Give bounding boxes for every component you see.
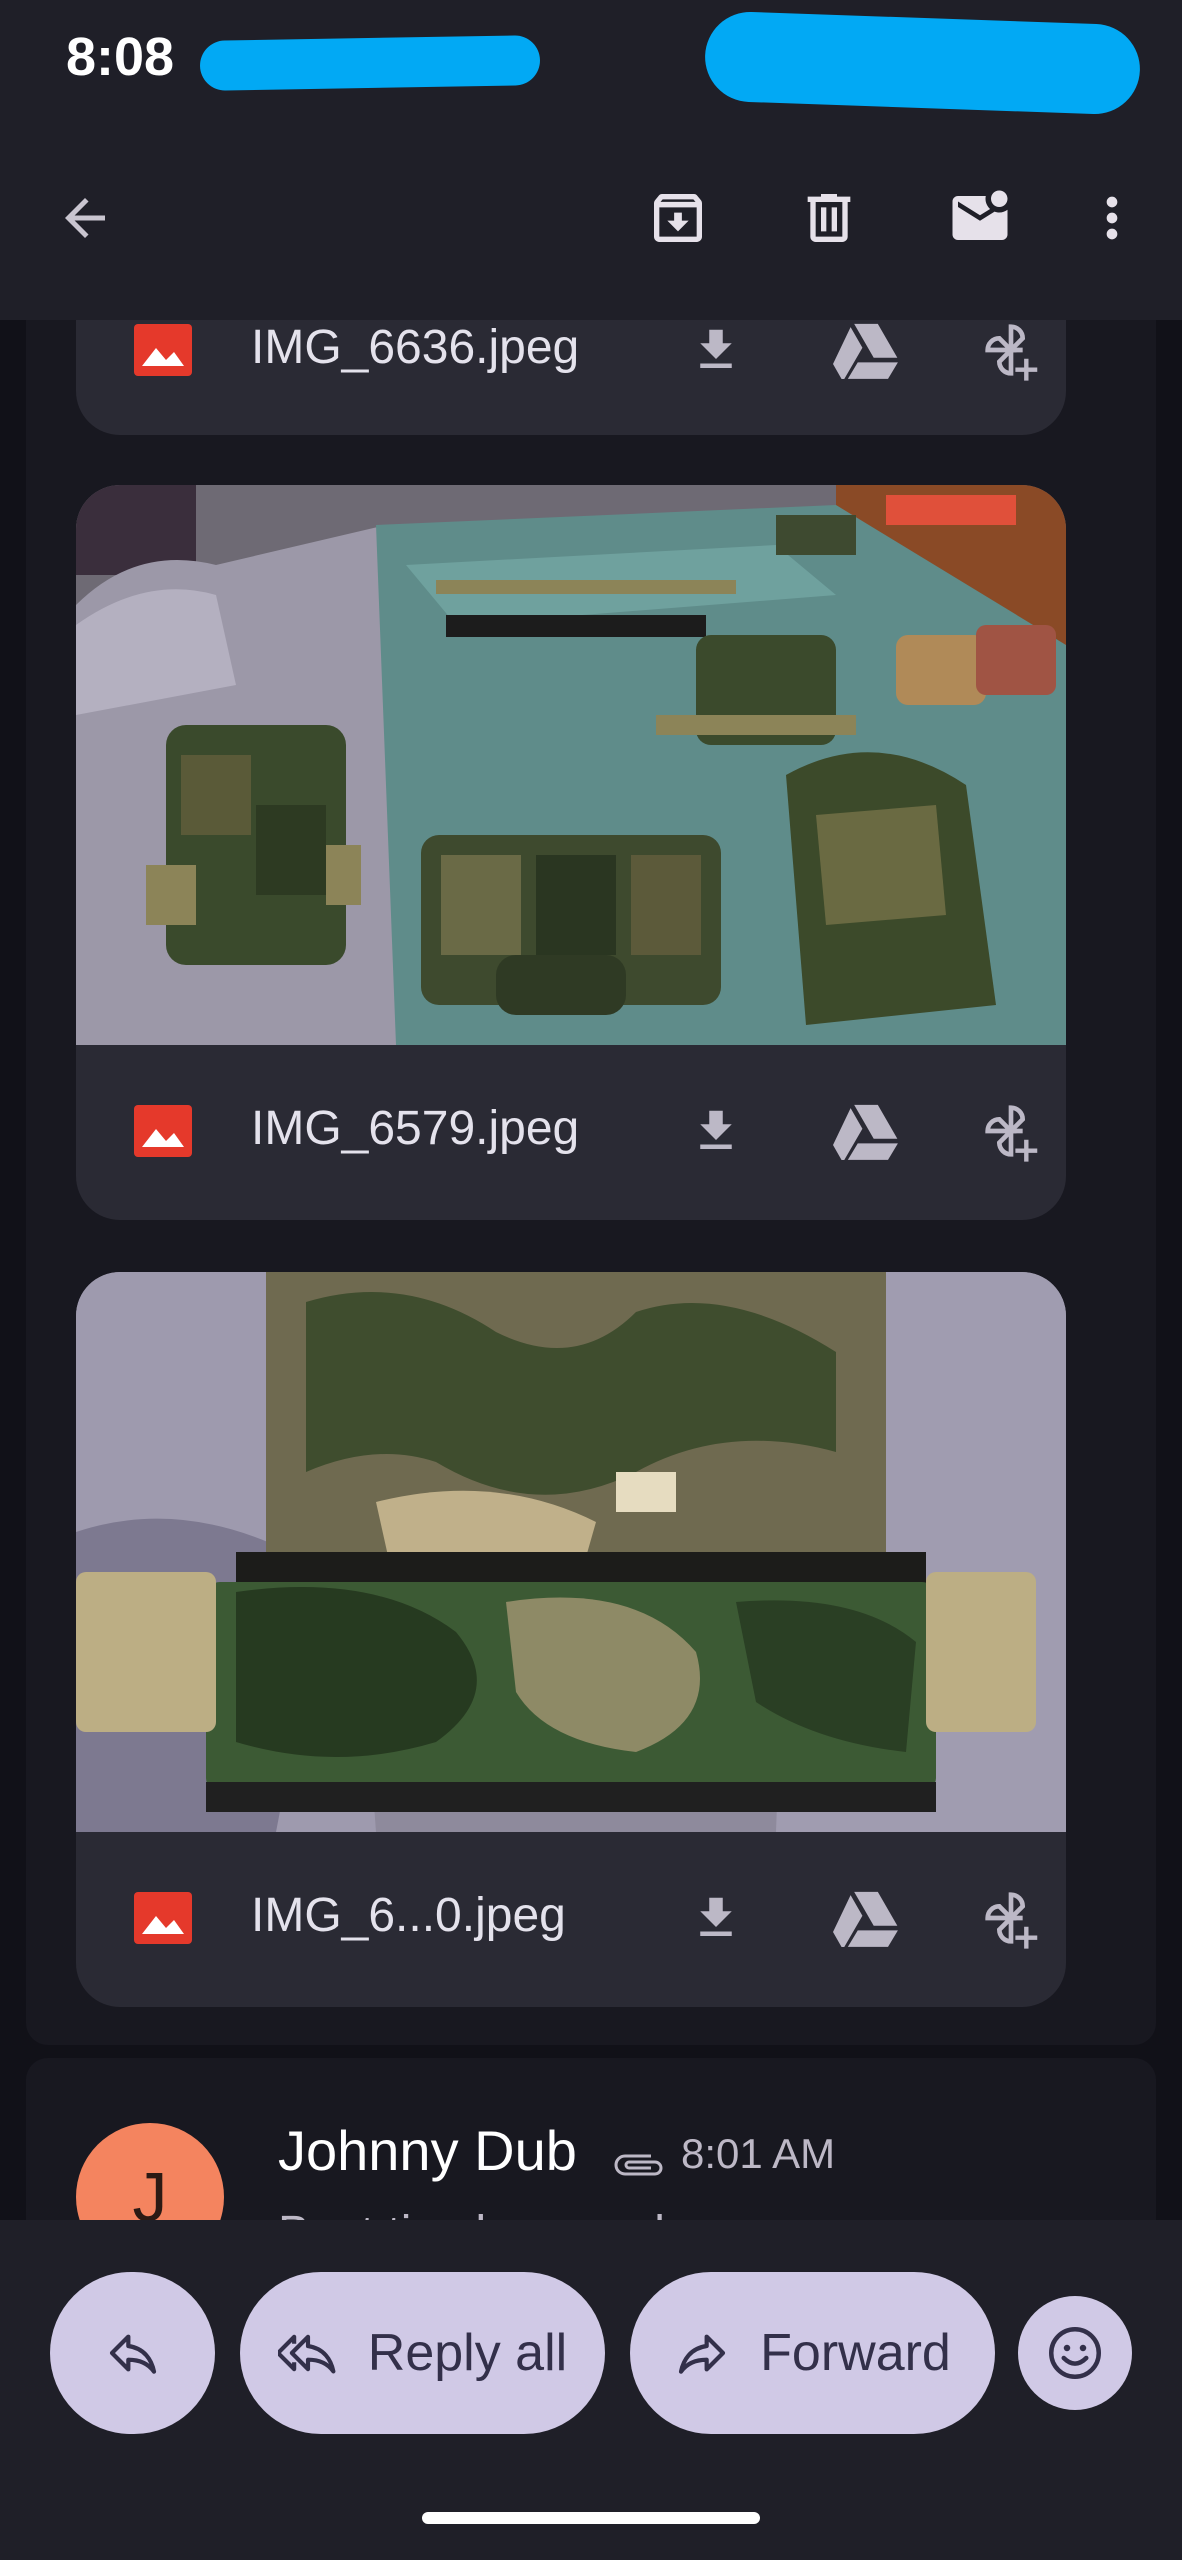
image-file-icon [134,324,192,376]
back-arrow-icon [65,198,105,238]
attachment-filename: IMG_6636.jpeg [251,321,580,374]
forward-icon [679,2334,726,2374]
mark-unread-button[interactable] [930,168,1030,268]
forward-label: Forward [760,2324,951,2382]
add-to-photos-icon [985,1105,1038,1162]
delete-button[interactable] [779,168,879,268]
add-to-photos-icon [985,324,1038,381]
status-bar: 8:08 [0,0,1182,120]
attachment-bar: IMG_6579.jpeg [76,1045,1066,1220]
reply-icon [109,2334,156,2374]
attachment-bar: IMG_6636.jpeg [76,320,1066,435]
message-header[interactable]: J Johnny Dub 8:01 AM Best tips here and … [26,2058,1156,2220]
reply-all-label: Reply all [367,2324,568,2382]
more-vert-icon [1106,196,1118,240]
emoji-reaction-button[interactable] [1018,2296,1132,2410]
message-time: 8:01 AM [681,2130,836,2177]
message-snippet: Best tips here and …… [278,2206,774,2220]
forward-button[interactable]: Forward [630,2272,995,2434]
save-to-drive-button[interactable] [826,320,906,390]
download-button[interactable] [676,1091,756,1171]
avatar[interactable]: J [76,2123,224,2220]
emoji-icon [1049,2327,1101,2379]
attachment-card[interactable]: IMG_6636.jpeg [76,320,1066,435]
add-to-photos-icon [985,1892,1038,1949]
save-to-drive-button[interactable] [826,1091,906,1171]
attachment-filename: IMG_6579.jpeg [251,1102,580,1155]
download-button[interactable] [676,320,756,390]
attachment-bar: IMG_6...0.jpeg [76,1832,1066,2007]
attachment-filename: IMG_6...0.jpeg [251,1889,566,1942]
home-indicator[interactable] [422,2512,760,2524]
reply-button[interactable] [50,2272,215,2434]
image-file-icon [134,1105,192,1157]
save-to-drive-button[interactable] [826,1878,906,1958]
redacted-status-right [703,10,1142,116]
archive-button[interactable] [628,168,728,268]
message-thread[interactable]: IMG_6636.jpeg IMG_6579.jpeg IMG_6...0.jp… [0,320,1182,2220]
delete-icon [807,194,851,242]
reply-all-button[interactable]: Reply all [240,2272,605,2434]
attachment-clip-icon [614,2154,663,2176]
attachment-card[interactable]: IMG_6...0.jpeg [76,1272,1066,2007]
back-button[interactable] [35,168,135,268]
add-to-photos-button[interactable] [971,320,1051,390]
sender-name: Johnny Dub [278,2119,577,2182]
download-button[interactable] [676,1878,756,1958]
status-time: 8:08 [66,27,175,87]
archive-icon [654,194,702,242]
bottom-action-bar: Reply all Forward [0,2220,1182,2560]
attachment-image[interactable] [76,485,1066,1045]
reply-all-icon [277,2334,336,2374]
add-to-photos-button[interactable] [971,1878,1051,1958]
drive-icon [833,1104,898,1160]
drive-icon [833,323,898,379]
mark-unread-icon [952,190,1008,240]
attachment-card[interactable]: IMG_6579.jpeg [76,485,1066,1220]
more-options-button[interactable] [1062,168,1162,268]
drive-icon [833,1891,898,1947]
attachment-image[interactable] [76,1272,1066,1832]
add-to-photos-button[interactable] [971,1091,1051,1171]
download-icon [700,1897,732,1936]
image-file-icon [134,1892,192,1944]
redacted-status-left [199,35,541,91]
download-icon [700,1110,732,1149]
app-bar [0,120,1182,320]
download-icon [700,329,732,368]
